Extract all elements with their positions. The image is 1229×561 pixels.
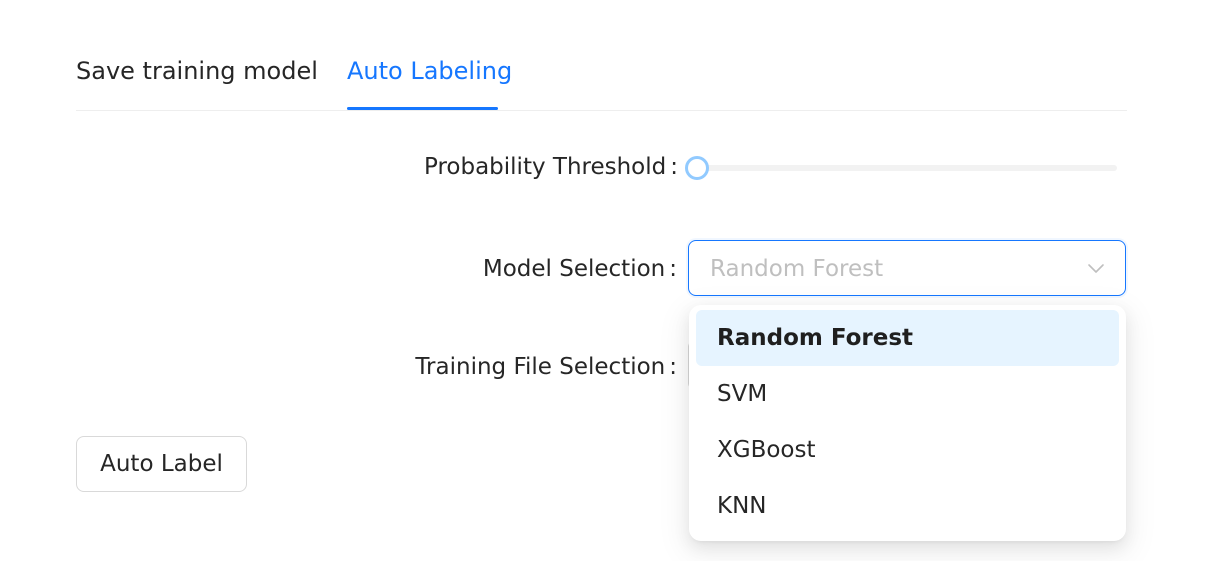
active-tab-indicator bbox=[347, 107, 498, 110]
option-knn[interactable]: KNN bbox=[696, 478, 1119, 534]
probability-threshold-label-text: Probability Threshold bbox=[424, 154, 667, 180]
label-colon: : bbox=[669, 256, 677, 282]
training-file-selection-label-text: Training File Selection bbox=[415, 354, 666, 380]
tab-save-training-model[interactable]: Save training model bbox=[76, 56, 318, 86]
model-select[interactable]: Random Forest bbox=[688, 240, 1126, 296]
threshold-slider-rail[interactable] bbox=[686, 165, 1117, 171]
label-colon: : bbox=[670, 154, 678, 180]
tab-auto-labeling[interactable]: Auto Labeling bbox=[347, 56, 512, 86]
model-selection-label: Model Selection: bbox=[483, 254, 677, 284]
auto-labeling-page: Save training model Auto Labeling Probab… bbox=[0, 0, 1229, 561]
tab-bar: Save training model Auto Labeling bbox=[76, 40, 1127, 111]
threshold-slider-handle[interactable] bbox=[685, 156, 709, 180]
probability-threshold-label: Probability Threshold: bbox=[424, 152, 678, 182]
model-selection-label-text: Model Selection bbox=[482, 256, 666, 282]
chevron-down-icon bbox=[1088, 264, 1104, 273]
option-random-forest[interactable]: Random Forest bbox=[696, 310, 1119, 366]
training-file-selection-label: Training File Selection: bbox=[415, 352, 677, 382]
model-select-placeholder: Random Forest bbox=[710, 256, 884, 282]
label-colon: : bbox=[669, 354, 677, 380]
option-xgboost[interactable]: XGBoost bbox=[696, 422, 1119, 478]
option-svm[interactable]: SVM bbox=[696, 366, 1119, 422]
auto-label-button[interactable]: Auto Label bbox=[76, 436, 247, 492]
model-dropdown-menu: Random Forest SVM XGBoost KNN bbox=[689, 305, 1126, 541]
